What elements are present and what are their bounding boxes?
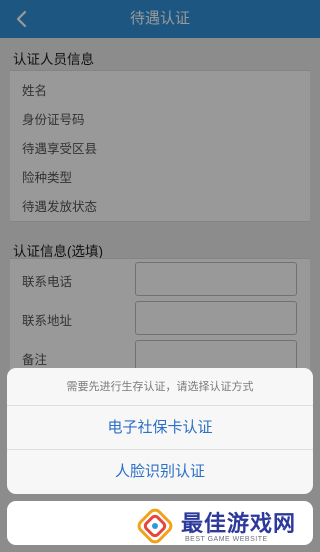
face-recognition-auth-button[interactable]: 人脸识别认证 bbox=[7, 450, 313, 494]
e-social-card-auth-button[interactable]: 电子社保卡认证 bbox=[7, 406, 313, 450]
action-sheet-message: 需要先进行生存认证，请选择认证方式 bbox=[7, 368, 313, 406]
watermark-title: 最佳游戏网 bbox=[181, 511, 297, 536]
auth-method-action-sheet: 需要先进行生存认证，请选择认证方式 电子社保卡认证 人脸识别认证 bbox=[7, 368, 313, 494]
watermark-subtitle: BEST GAME WEBSITE bbox=[185, 536, 268, 543]
watermark-logo-icon bbox=[137, 508, 173, 544]
watermark: 最佳游戏网 BEST GAME WEBSITE bbox=[133, 504, 313, 550]
